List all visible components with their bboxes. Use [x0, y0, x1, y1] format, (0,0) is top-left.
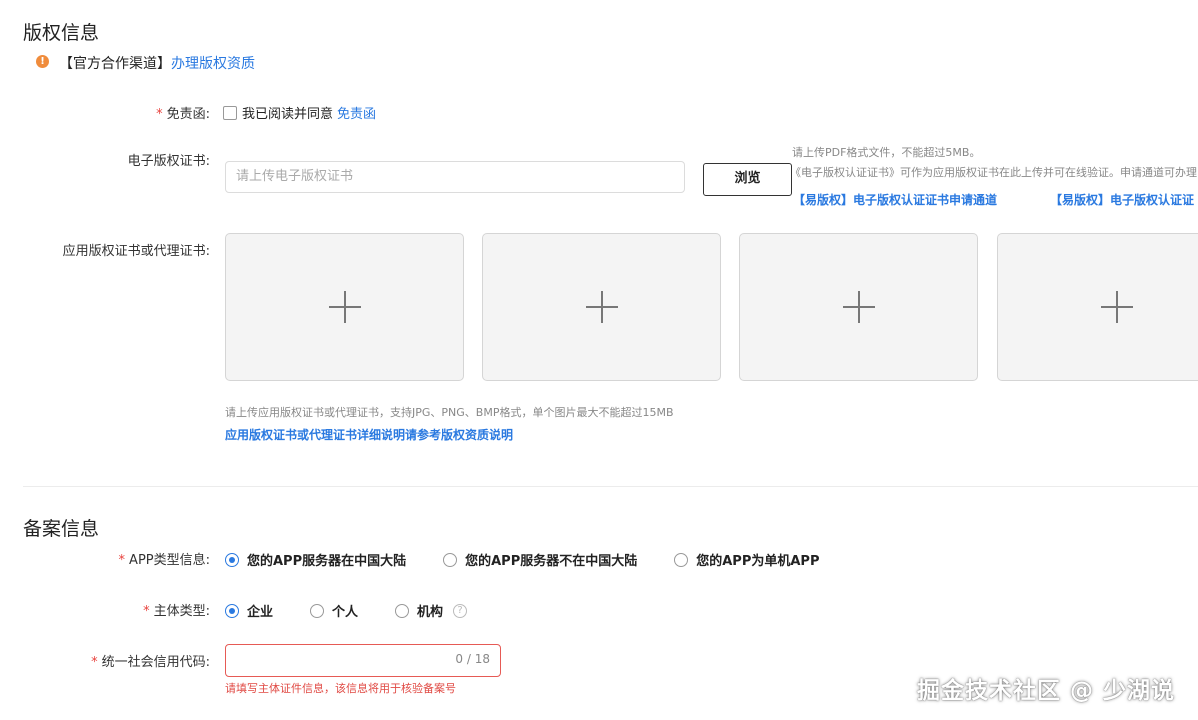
- app-cert-hint: 请上传应用版权证书或代理证书，支持JPG、PNG、BMP格式，单个图片最大不能超…: [225, 406, 674, 419]
- warning-icon: !: [36, 54, 49, 68]
- browse-button[interactable]: 浏览: [703, 163, 792, 196]
- app-type-label: * APP类型信息:: [118, 553, 210, 568]
- subject-type-radio-group: 企业 个人 机构 ?: [225, 601, 468, 620]
- plus-icon: [842, 291, 875, 323]
- upload-box-2[interactable]: [482, 233, 721, 381]
- app-type-option-overseas[interactable]: 您的APP服务器不在中国大陆: [465, 550, 637, 569]
- subject-type-label: * 主体类型:: [143, 604, 210, 619]
- upload-box-3[interactable]: [739, 233, 978, 381]
- ecert-apply-link-2[interactable]: 【易版权】电子版权认证证: [1050, 191, 1198, 208]
- credit-code-label: * 统一社会信用代码:: [91, 655, 210, 670]
- subject-option-individual[interactable]: 个人: [332, 601, 358, 620]
- filing-section-title: 备案信息: [23, 518, 100, 540]
- help-icon[interactable]: ?: [453, 603, 468, 618]
- plus-icon: [328, 291, 361, 323]
- app-cert-detail-link[interactable]: 应用版权证书或代理证书详细说明请参考版权资质说明: [225, 426, 513, 443]
- section-divider: [23, 486, 1198, 487]
- watermark: 掘金技术社区 @ 少湖说: [917, 678, 1176, 704]
- ecert-apply-link-1[interactable]: 【易版权】电子版权认证证书申请通道: [793, 191, 997, 208]
- ecert-hint-format: 请上传PDF格式文件，不能超过5MB。: [792, 146, 981, 159]
- subject-radio-individual[interactable]: [310, 603, 325, 618]
- disclaimer-row: 我已阅读并同意 免责函: [223, 103, 376, 122]
- disclaimer-link[interactable]: 免责函: [337, 103, 376, 122]
- disclaimer-checkbox-text: 我已阅读并同意: [242, 107, 334, 122]
- subject-option-enterprise[interactable]: 企业: [247, 601, 273, 620]
- disclaimer-label: * 免责函:: [156, 107, 210, 122]
- subject-option-organization[interactable]: 机构: [417, 601, 443, 620]
- app-cert-label: 应用版权证书或代理证书:: [62, 244, 210, 259]
- ecert-input[interactable]: 请上传电子版权证书: [225, 161, 685, 193]
- ecert-hint-verify: 《电子版权认证证书》可作为应用版权证书在此上传并可在线验证。申请通道可办理: [790, 166, 1197, 179]
- official-channel-notice: ! 【官方合作渠道】 办理版权资质: [36, 53, 255, 73]
- credit-code-counter: 0 / 18: [455, 652, 490, 666]
- copyright-section-title: 版权信息: [23, 22, 100, 44]
- apply-copyright-link[interactable]: 办理版权资质: [171, 53, 255, 73]
- app-type-radio-standalone[interactable]: [674, 552, 689, 567]
- app-type-radio-group: 您的APP服务器在中国大陆 您的APP服务器不在中国大陆 您的APP为单机APP: [225, 550, 819, 569]
- plus-icon: [585, 291, 618, 323]
- notice-prefix: 【官方合作渠道】: [59, 56, 171, 72]
- upload-box-1[interactable]: [225, 233, 464, 381]
- app-type-radio-mainland[interactable]: [225, 552, 239, 567]
- subject-radio-enterprise[interactable]: [225, 603, 239, 618]
- app-type-radio-overseas[interactable]: [443, 552, 458, 567]
- plus-icon: [1101, 291, 1133, 323]
- credit-code-input[interactable]: 0 / 18: [225, 644, 501, 677]
- subject-radio-organization[interactable]: [395, 603, 410, 618]
- ecert-label: 电子版权证书:: [127, 154, 210, 169]
- credit-code-error: 请填写主体证件信息，该信息将用于核验备案号: [225, 682, 456, 695]
- app-type-option-mainland[interactable]: 您的APP服务器在中国大陆: [247, 550, 406, 569]
- upload-box-4[interactable]: [997, 233, 1198, 381]
- app-type-option-standalone[interactable]: 您的APP为单机APP: [696, 550, 819, 569]
- disclaimer-checkbox[interactable]: [223, 105, 237, 120]
